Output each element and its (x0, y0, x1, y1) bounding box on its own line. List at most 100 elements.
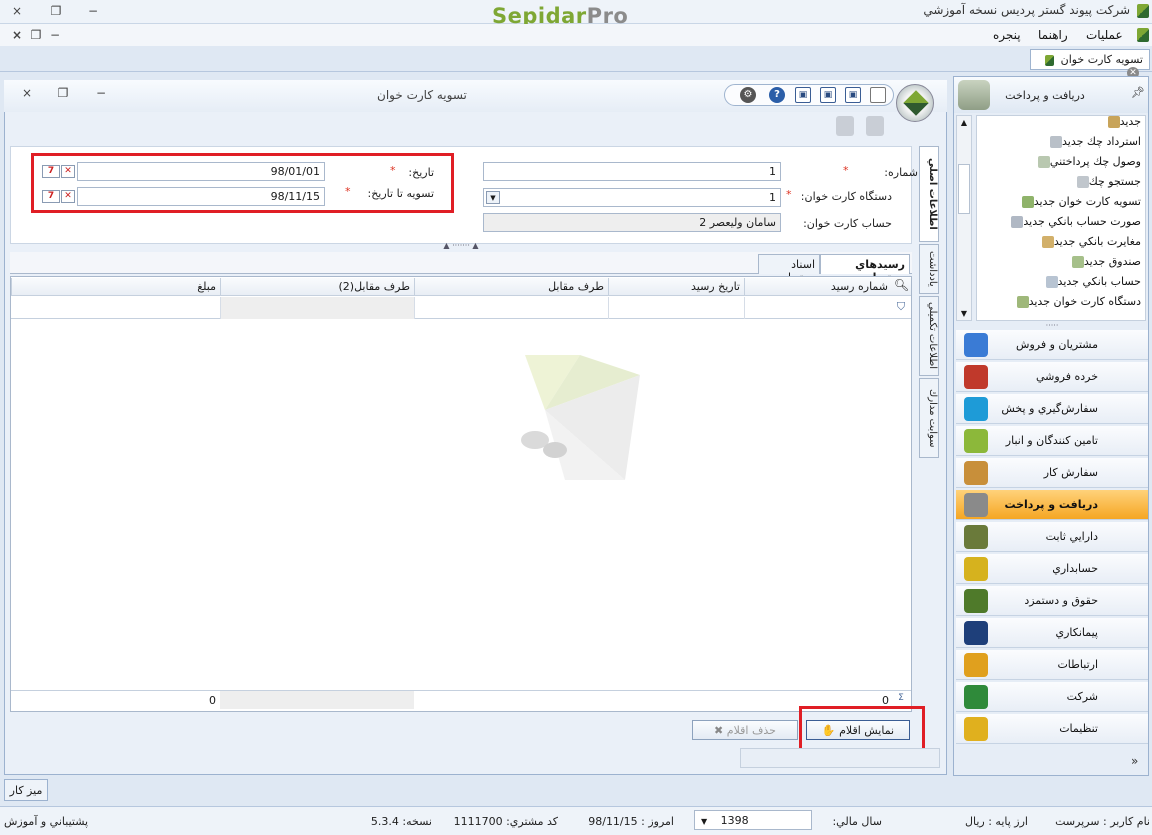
menu-window[interactable]: پنجره (993, 28, 1021, 42)
category-label: خرده فروشي (1035, 370, 1098, 383)
cheque-return-icon (1050, 136, 1062, 148)
category-label: پيمانكاري (1055, 626, 1098, 639)
col-counterparty[interactable]: طرف مقابل (414, 278, 608, 296)
settle-required-mark: * (345, 185, 351, 198)
scroll-thumb[interactable] (958, 164, 970, 214)
tab-main-info[interactable]: اطلاعات اصلي (919, 146, 939, 242)
new-document-icon[interactable] (870, 87, 886, 103)
close-mdi-button[interactable]: × (8, 28, 26, 42)
filter-icon[interactable]: ⛉ (893, 300, 909, 316)
pin-icon[interactable]: 📌︎ (1131, 86, 1145, 99)
calendar-icon[interactable]: 7 (42, 165, 60, 178)
minimize-app-button[interactable]: − (84, 4, 102, 18)
card-settle-icon (1021, 196, 1034, 208)
side-item-bank-account[interactable]: حساب بانكي جديد (1040, 272, 1141, 292)
date-required-mark: * (390, 164, 396, 177)
footer-sum: 0 (209, 694, 216, 707)
side-item-bank-statement[interactable]: صورت حساب بانكي جديد (1005, 212, 1141, 232)
card-device-icon (1016, 296, 1029, 308)
menu-bar (0, 24, 1152, 46)
cashbox-icon (1071, 256, 1084, 268)
settle-until-label: تسويه تا تاريخ: (367, 187, 434, 200)
clear-date-icon[interactable]: ✕ (61, 165, 75, 178)
brand-menu-icon (1137, 28, 1149, 42)
work-order-icon (964, 461, 988, 485)
category-label: شركت (1066, 690, 1098, 703)
side-splitter[interactable]: ····· (1040, 321, 1064, 330)
tab-notes[interactable]: يادداشت (919, 244, 939, 294)
side-item-card-settle[interactable]: تسويه كارت خوان جديد (1016, 192, 1141, 212)
side-item-cheque-return[interactable]: استرداد چك جديد (1044, 132, 1141, 152)
col-receipt-date[interactable]: تاريخ رسيد (608, 278, 744, 296)
col-receipt-number[interactable]: شماره رسيد (744, 278, 892, 296)
side-item-cheque-search[interactable]: جستجو چك (1071, 172, 1141, 192)
date-field[interactable]: 98/01/01 (77, 162, 325, 181)
clear-settle-date-icon[interactable]: ✕ (61, 190, 75, 203)
expand-chevron-icon[interactable]: » (1131, 754, 1138, 768)
document-tab[interactable]: تسويه كارت خوان ✕ (1030, 49, 1150, 79)
side-item-cheque-collect[interactable]: وصول چك پرداختني (1032, 152, 1141, 172)
restore-mdi-button[interactable]: ❐ (27, 28, 45, 42)
splitter-handle[interactable]: ▲ ······· ▲ (430, 242, 492, 250)
help-icon[interactable]: ? (769, 87, 785, 103)
truck-icon (964, 525, 988, 549)
document-tab-strip (0, 46, 1152, 72)
restore-app-button[interactable]: ❐ (47, 4, 65, 18)
device-required-mark: * (786, 188, 792, 201)
bank-statement-icon (1011, 216, 1024, 228)
number-label: شماره: (884, 166, 918, 179)
calendar-icon[interactable]: 7 (42, 190, 60, 203)
settle-until-field[interactable]: 98/11/15 (77, 187, 325, 206)
tab-related-vouchers[interactable]: اسناد مرتبط (758, 254, 820, 284)
filter-row (11, 297, 911, 319)
delete-items-button[interactable]: حذف اقلام ✖ (692, 720, 798, 740)
side-item-card-device[interactable]: دستگاه كارت خوان جديد (1011, 292, 1141, 312)
menu-help[interactable]: راهنما (1038, 28, 1068, 42)
side-list-scrollbar[interactable]: ▲ ▼ (956, 115, 972, 321)
scroll-down-icon[interactable]: ▼ (957, 309, 971, 318)
save-icon[interactable]: ▣ (845, 87, 861, 103)
wrench-icon[interactable]: ⚙ (740, 87, 756, 103)
chevron-down-icon[interactable]: ▼ (486, 191, 500, 204)
side-item-bank-reconcile[interactable]: مغايرت بانكي جديد (1036, 232, 1141, 252)
close-app-button[interactable]: × (8, 4, 26, 18)
globe-icon (964, 397, 988, 421)
app-title: شركت پيوند گستر پرديس نسخه آموزشي (923, 3, 1130, 17)
tab-extra-info[interactable]: اطلاعات تكميلي (919, 296, 939, 376)
menu-operations[interactable]: عمليات (1086, 28, 1123, 42)
category-label: حقوق و دستمزد (1024, 594, 1098, 607)
filter-divider (744, 297, 745, 319)
reconcile-icon (1041, 236, 1054, 248)
category-label: سفارش كار (1043, 466, 1098, 479)
support-link[interactable]: پشتيباني و آموزش (4, 815, 98, 828)
version-status: نسخه: 5.3.4 (370, 815, 432, 828)
category-label: دارايي ثابت (1045, 530, 1098, 543)
form-title: تسويه كارت خوان (377, 88, 467, 102)
category-label: مشتريان و فروش (1016, 338, 1098, 351)
tab-related-receipts[interactable]: رسيدهاي مرتبط (820, 254, 910, 284)
close-form-button[interactable]: × (18, 86, 36, 100)
col-counterparty-2[interactable]: طرف مقابل(2) (220, 278, 414, 296)
show-items-button[interactable]: نمايش اقلام ✋ (806, 720, 910, 740)
print-icon[interactable] (866, 116, 884, 136)
scroll-up-icon[interactable]: ▲ (957, 118, 971, 127)
restore-form-button[interactable]: ❐ (54, 86, 72, 100)
desktop-button[interactable]: ميز كار (4, 779, 48, 801)
device-select[interactable]: 1 (483, 188, 781, 207)
save-new-icon[interactable]: ▣ (820, 87, 836, 103)
tab-documents[interactable]: سوابت مدارك (919, 378, 939, 458)
side-item-cashbox[interactable]: صندوق جديد (1066, 252, 1141, 272)
save-close-icon[interactable]: ▣ (795, 87, 811, 103)
col-amount[interactable]: مبلغ (11, 278, 220, 296)
gear-icon (964, 717, 988, 741)
side-item-new[interactable]: جديد (1102, 116, 1141, 132)
search-icon[interactable]: 🔍︎ (892, 278, 911, 296)
brand-icon (1137, 4, 1149, 18)
delete-items-label: حذف اقلام (726, 724, 776, 737)
minimize-form-button[interactable]: − (92, 86, 110, 100)
print-preview-icon[interactable] (836, 116, 854, 136)
cash-icon (964, 493, 988, 517)
number-field[interactable]: 1 (483, 162, 781, 181)
fiscal-year-select[interactable]: ▼ 1398 (694, 810, 812, 830)
minimize-mdi-button[interactable]: − (46, 28, 64, 42)
